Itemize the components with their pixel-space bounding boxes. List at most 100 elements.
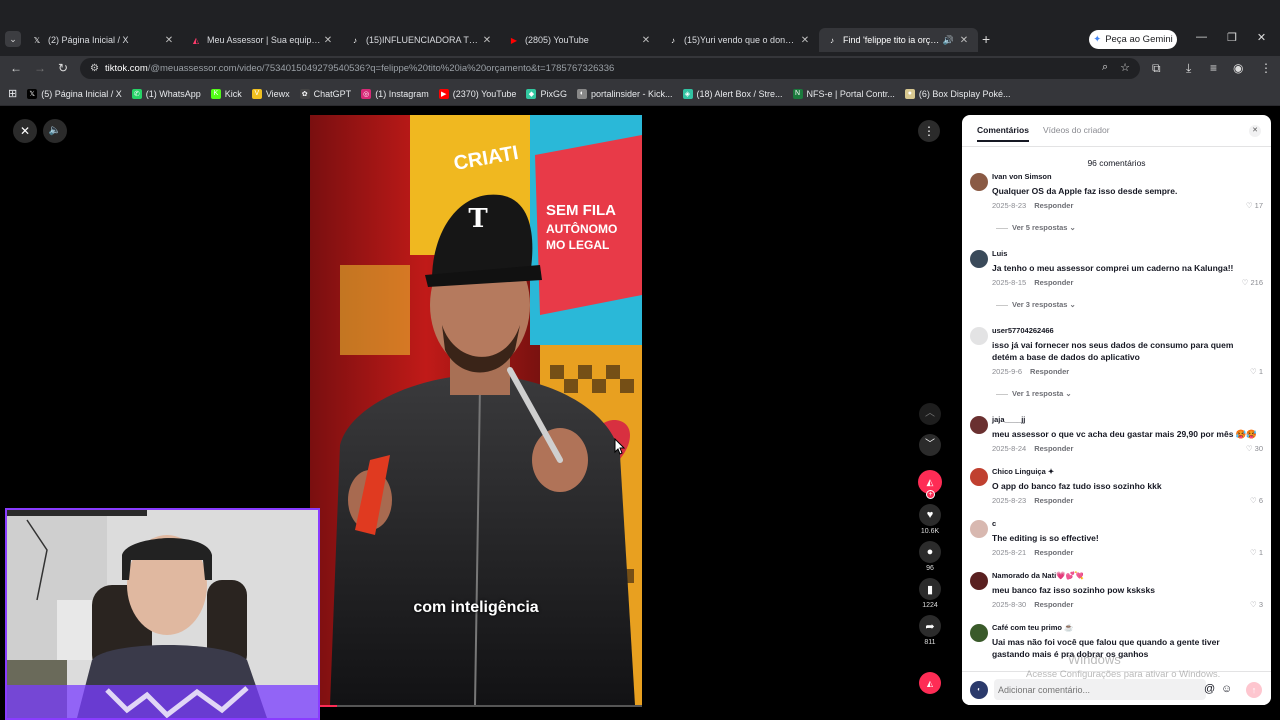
bookmark-5[interactable]: ◎ (1) Instagram <box>361 88 429 99</box>
profile-avatar-icon[interactable]: ◉ <box>1233 61 1243 75</box>
tab-search-dropdown[interactable]: ⌄ <box>5 31 21 47</box>
tab-0[interactable]: 𝕏 (2) Página Inicial / X ✕ <box>24 28 183 52</box>
bookmark-star-icon[interactable]: ☆ <box>1120 61 1130 74</box>
comment-username[interactable]: user57704262466 <box>992 325 1259 337</box>
comment-avatar[interactable] <box>970 173 988 191</box>
site-info-icon[interactable]: ⚙ <box>90 63 99 74</box>
music-disc-button[interactable]: ◭ <box>919 672 941 694</box>
extensions-icon[interactable]: ⧉ <box>1152 61 1161 76</box>
download-icon[interactable]: ⤓ <box>1186 61 1191 76</box>
reply-button[interactable]: Responder <box>1034 278 1073 287</box>
comment-input[interactable] <box>994 679 1206 700</box>
creator-avatar[interactable]: ◭ + <box>918 470 942 499</box>
reply-button[interactable]: Responder <box>1034 201 1073 210</box>
new-tab-button[interactable]: + <box>982 31 990 47</box>
bookmark-7[interactable]: ◆ PixGG <box>526 88 567 99</box>
comment-avatar[interactable] <box>970 327 988 345</box>
previous-video-button[interactable]: ︿ <box>919 403 941 425</box>
bookmark-1[interactable]: ✆ (1) WhatsApp <box>131 88 201 99</box>
bookmark-3[interactable]: V Viewx <box>251 88 290 99</box>
bookmark-2[interactable]: K Kick <box>210 88 242 99</box>
comment-username[interactable]: Ivan von Simson <box>992 171 1259 183</box>
reply-button[interactable]: Responder <box>1034 496 1073 505</box>
tab-2[interactable]: ♪ (15)INFLUENCIADORA TEM CELULAR✕ <box>342 28 501 52</box>
restore-icon[interactable]: ❐ <box>1227 31 1237 44</box>
reply-button[interactable]: Responder <box>1034 600 1073 609</box>
video-progress-bar[interactable] <box>310 705 642 707</box>
apps-grid-icon[interactable]: ⊞ <box>8 87 17 100</box>
tab-4[interactable]: ♪ (15)Yuri vendo que o dona ta na✕ <box>660 28 819 52</box>
reply-button[interactable]: Responder <box>1034 444 1073 453</box>
comment-avatar[interactable] <box>970 520 988 538</box>
view-replies-button[interactable]: Ver 1 resposta ⌄ <box>996 389 1259 398</box>
comment-username[interactable]: jaja____jj <box>992 414 1259 426</box>
tab-close-icon[interactable]: ✕ <box>640 35 652 46</box>
bookmark-4[interactable]: ✿ ChatGPT <box>299 88 351 99</box>
forward-icon[interactable]: → <box>34 61 46 75</box>
bookmark-0[interactable]: 𝕏 (5) Página Inicial / X <box>27 88 122 99</box>
save-button[interactable]: ▮ <box>919 578 941 600</box>
bookmark-10[interactable]: N NFS-e | Portal Contr... <box>792 88 895 99</box>
close-player-button[interactable]: ✕ <box>13 119 37 143</box>
music-disc-icon: ◭ <box>926 678 934 688</box>
more-options-button[interactable]: ⋮ <box>918 120 940 142</box>
comment-username[interactable]: Café com teu primo ☕ <box>992 622 1259 634</box>
comment-username[interactable]: Chico Linguiça ✦ <box>992 466 1259 478</box>
panel-close-button[interactable]: ✕ <box>1249 125 1261 137</box>
tab-close-icon[interactable]: ✕ <box>799 35 811 46</box>
mention-icon[interactable]: @ <box>1204 683 1215 695</box>
comment-button[interactable]: ● <box>919 541 941 563</box>
tab-3[interactable]: ▶ (2805) YouTube ✕ <box>501 28 660 52</box>
bookmark-8[interactable]: ◐ portalinsider - Kick... <box>576 88 673 99</box>
back-icon[interactable]: ← <box>10 61 22 75</box>
bookmark-6[interactable]: ▶ (2370) YouTube <box>438 88 516 99</box>
reload-icon[interactable]: ↻ <box>58 61 68 75</box>
comment-like-button[interactable]: ♡ 6 <box>1250 496 1263 506</box>
comment-like-button[interactable]: ♡ 17 <box>1246 201 1263 211</box>
address-bar[interactable]: ⚙ tiktok.com/@meuassessor.com/video/7534… <box>80 58 1140 79</box>
view-replies-button[interactable]: Ver 3 respostas ⌄ <box>996 300 1259 309</box>
close-window-icon[interactable]: ✕ <box>1257 31 1266 44</box>
comment-avatar[interactable] <box>970 468 988 486</box>
comment-avatar[interactable] <box>970 624 988 642</box>
emoji-icon[interactable]: ☺ <box>1221 683 1232 695</box>
tab-audio-icon[interactable]: 🔊 <box>943 35 954 46</box>
tab-label: (2805) YouTube <box>525 35 589 45</box>
comment-username[interactable]: Namorado da Nati💗💕💘 <box>992 570 1259 582</box>
tab-close-icon[interactable]: ✕ <box>322 35 334 46</box>
tab-comments[interactable]: Comentários <box>977 125 1029 142</box>
comment-avatar[interactable] <box>970 572 988 590</box>
send-comment-button[interactable]: ↑ <box>1246 682 1262 698</box>
minimize-icon[interactable]: — <box>1196 31 1207 44</box>
comment-avatar[interactable] <box>970 250 988 268</box>
view-replies-button[interactable]: Ver 5 respostas ⌄ <box>996 223 1259 232</box>
reading-list-icon[interactable]: ≡ <box>1210 61 1217 75</box>
like-button[interactable]: ♥ <box>919 504 941 526</box>
share-button[interactable]: ➦ <box>919 615 941 637</box>
menu-kebab-icon[interactable]: ⋮ <box>1260 61 1272 75</box>
comment-username[interactable]: c <box>992 518 1259 530</box>
comment-like-button[interactable]: ♡ 3 <box>1250 600 1263 610</box>
comment-like-button[interactable]: ♡ 1 <box>1250 548 1263 558</box>
tab-1[interactable]: ◭ Meu Assessor | Sua equipe de assessoria… <box>183 28 342 52</box>
tab-close-icon[interactable]: ✕ <box>163 35 175 46</box>
reply-button[interactable]: Responder <box>1034 548 1073 557</box>
tab-close-icon[interactable]: ✕ <box>958 35 970 46</box>
next-video-button[interactable]: ﹀ <box>919 434 941 456</box>
bookmark-11[interactable]: ● (6) Box Display Poké... <box>904 88 1010 99</box>
follow-plus-icon[interactable]: + <box>926 490 935 499</box>
tab-close-icon[interactable]: ✕ <box>481 35 493 46</box>
zoom-icon[interactable]: ⌕ <box>1102 61 1108 74</box>
video-player[interactable]: CRIATI SEM FILA AUTÔNOMO MO LEGAL T com … <box>310 115 642 705</box>
comment-like-button[interactable]: ♡ 30 <box>1246 444 1263 454</box>
comment-avatar[interactable] <box>970 416 988 434</box>
comment-username[interactable]: Luis <box>992 248 1259 260</box>
bookmark-9[interactable]: ◈ (18) Alert Box / Stre... <box>682 88 783 99</box>
gemini-button[interactable]: ✦ Peça ao Gemini <box>1089 30 1177 49</box>
tab-creator-videos[interactable]: Vídeos do criador <box>1043 125 1110 142</box>
comment-like-button[interactable]: ♡ 1 <box>1250 367 1263 377</box>
tab-5[interactable]: ♪ Find 'felippe tito ia orçamento'🔊 ✕ <box>819 28 978 52</box>
comment-like-button[interactable]: ♡ 216 <box>1242 278 1263 288</box>
reply-button[interactable]: Responder <box>1030 367 1069 376</box>
volume-button[interactable]: 🔈 <box>43 119 67 143</box>
